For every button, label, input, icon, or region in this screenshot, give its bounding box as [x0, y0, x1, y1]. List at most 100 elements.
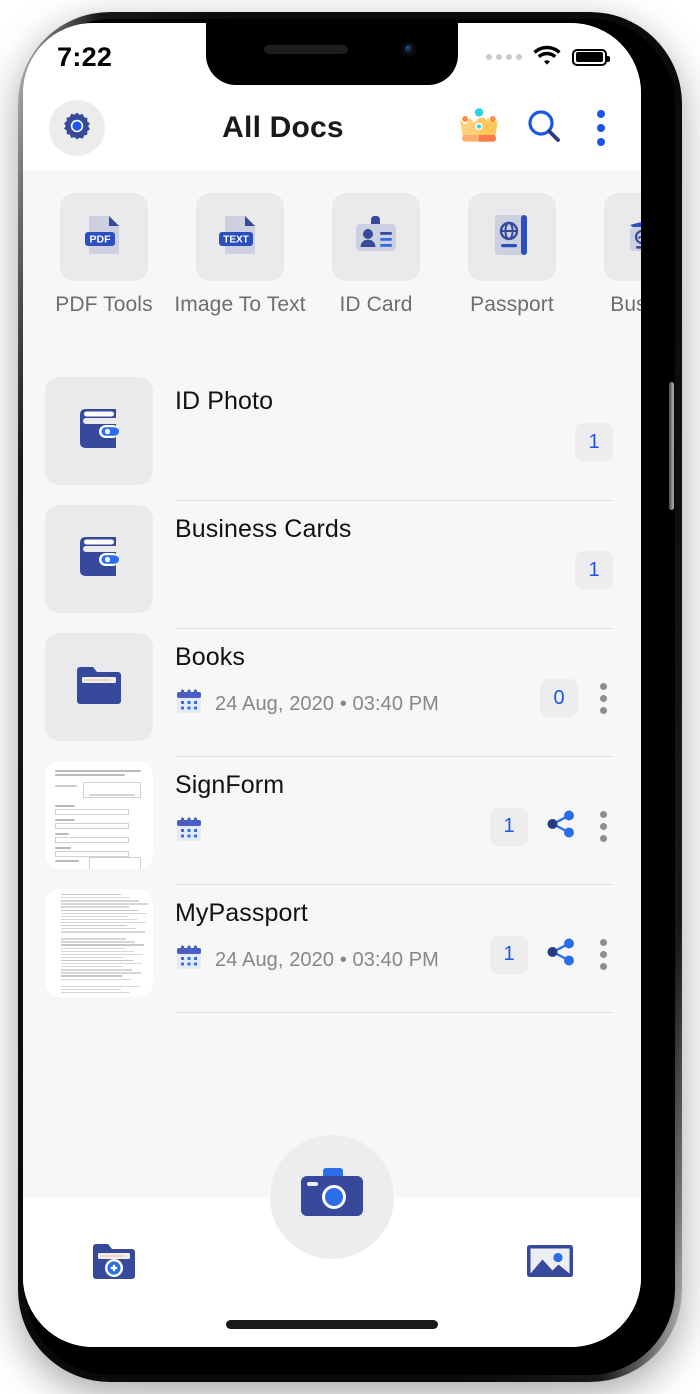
- row-overflow-button[interactable]: [594, 681, 613, 716]
- category-tile: [468, 193, 556, 281]
- pdf-file-icon: PDF: [78, 209, 130, 266]
- row-overflow-button[interactable]: [594, 809, 613, 844]
- svg-text:PDF: PDF: [90, 233, 112, 245]
- power-button[interactable]: [669, 382, 674, 510]
- settings-button[interactable]: [49, 100, 105, 156]
- gallery-image-icon[interactable]: [521, 1231, 579, 1294]
- thumbnail-text-line: [61, 925, 127, 927]
- category-label: ID Card: [339, 293, 413, 316]
- thumbnail-text-line: [61, 991, 130, 994]
- home-indicator[interactable]: [226, 1320, 438, 1329]
- thumbnail-text-line: [61, 921, 146, 924]
- count-badge: 1: [575, 423, 613, 461]
- document-title: Books: [175, 643, 245, 671]
- list-item-actions: 0: [540, 679, 613, 717]
- thumbnail-text-line: [61, 985, 140, 987]
- category-label: Passport: [470, 293, 554, 316]
- share-icon[interactable]: [544, 935, 578, 974]
- list-item[interactable]: MyPassport 24 Aug, 2020 • 03:40 PM 1: [23, 885, 641, 1013]
- thumbnail-text-line: [61, 947, 125, 949]
- thumbnail-text-line: [61, 915, 128, 918]
- thumbnail-text-line: [61, 912, 147, 914]
- thumbnail-text-line: [61, 988, 121, 990]
- screenshot-stage: 7:22 All Docs PDF PDF Tools TEXT Image T…: [0, 0, 700, 1394]
- thumbnail-text-line: [61, 903, 148, 905]
- folder-icon: [68, 654, 130, 721]
- list-item-actions: 1: [490, 807, 613, 846]
- folder-add-icon[interactable]: [85, 1231, 143, 1294]
- list-item-body: Books 24 Aug, 2020 • 03:40 PM 0: [175, 629, 613, 757]
- count-badge: 0: [540, 679, 578, 717]
- count-badge: 1: [490, 935, 528, 974]
- category-item-passport[interactable]: Passport: [453, 193, 571, 317]
- category-item-pdf-tools[interactable]: PDF PDF Tools: [45, 193, 163, 317]
- thumbnail-text-line: [61, 897, 130, 899]
- thumbnail-text-line: [61, 978, 131, 980]
- list-item-body: ID Photo 1: [175, 373, 613, 501]
- phone-notch: [206, 23, 458, 85]
- list-item[interactable]: SignForm 1: [23, 757, 641, 885]
- document-thumbnail: [45, 889, 153, 997]
- calendar-icon: [175, 944, 203, 977]
- document-title: ID Photo: [175, 387, 274, 415]
- document-thumbnail: [45, 633, 153, 741]
- thumbnail-text-line: [61, 938, 126, 940]
- category-strip[interactable]: PDF PDF Tools TEXT Image To Text ID Card…: [23, 171, 641, 363]
- overflow-menu-button[interactable]: [587, 106, 615, 150]
- thumbnail-text-line: [61, 906, 129, 908]
- share-icon[interactable]: [544, 807, 578, 846]
- thumbnail-text-line: [61, 959, 133, 962]
- camera-capture-button[interactable]: [270, 1135, 394, 1259]
- page-title: All Docs: [222, 111, 344, 144]
- count-badge: 1: [490, 807, 528, 846]
- category-item-business-card[interactable]: Busines: [589, 193, 641, 317]
- document-thumbnail: [45, 761, 153, 869]
- category-tile: TEXT: [196, 193, 284, 281]
- document-title: Business Cards: [175, 515, 352, 543]
- front-camera: [401, 42, 416, 57]
- status-time: 7:22: [57, 41, 113, 72]
- thumbnail-text-line: [61, 969, 132, 971]
- svg-text:TEXT: TEXT: [223, 234, 249, 245]
- wallet-icon: [68, 526, 130, 593]
- thumbnail-text-line: [61, 953, 143, 956]
- list-item-body: Business Cards 1: [175, 501, 613, 629]
- thumbnail-text-line: [61, 975, 122, 977]
- list-item[interactable]: Books 24 Aug, 2020 • 03:40 PM 0: [23, 629, 641, 757]
- category-label: Image To Text: [174, 293, 306, 316]
- category-label: PDF Tools: [55, 293, 153, 316]
- earpiece-speaker: [264, 45, 348, 54]
- count-badge: 1: [575, 551, 613, 589]
- list-item[interactable]: ID Photo 1: [23, 373, 641, 501]
- document-thumbnail: [45, 505, 153, 613]
- app-bar: All Docs: [23, 85, 641, 171]
- category-item-image-to-text[interactable]: TEXT Image To Text: [174, 193, 306, 317]
- category-tile: PDF: [60, 193, 148, 281]
- document-thumbnail: [45, 377, 153, 485]
- phone-screen: 7:22 All Docs PDF PDF Tools TEXT Image T…: [23, 23, 641, 1347]
- search-icon[interactable]: [525, 107, 563, 150]
- category-item-id-card[interactable]: ID Card: [317, 193, 435, 317]
- document-date: 24 Aug, 2020 • 03:40 PM: [215, 949, 439, 971]
- wifi-icon: [532, 44, 562, 71]
- document-title: MyPassport: [175, 899, 308, 927]
- wallet-icon: [68, 398, 130, 465]
- camera-icon: [295, 1162, 369, 1233]
- row-overflow-button[interactable]: [594, 937, 613, 972]
- list-item[interactable]: Business Cards 1: [23, 501, 641, 629]
- id-card-icon: [350, 209, 402, 266]
- text-file-icon: TEXT: [214, 209, 266, 266]
- form-document-thumbnail: [45, 761, 153, 869]
- battery-full-icon: [572, 48, 610, 66]
- crown-icon[interactable]: [457, 106, 501, 151]
- business-card-icon: [622, 209, 641, 266]
- category-tile: [332, 193, 420, 281]
- list-item-body: MyPassport 24 Aug, 2020 • 03:40 PM 1: [175, 885, 613, 1013]
- list-item-actions: 1: [490, 935, 613, 974]
- calendar-icon: [175, 688, 203, 721]
- thumbnail-text-line: [61, 956, 124, 959]
- status-indicators: [486, 44, 610, 71]
- signal-dots-icon: [486, 54, 522, 60]
- gear-icon: [61, 110, 93, 147]
- thumbnail-text-line: [61, 941, 135, 943]
